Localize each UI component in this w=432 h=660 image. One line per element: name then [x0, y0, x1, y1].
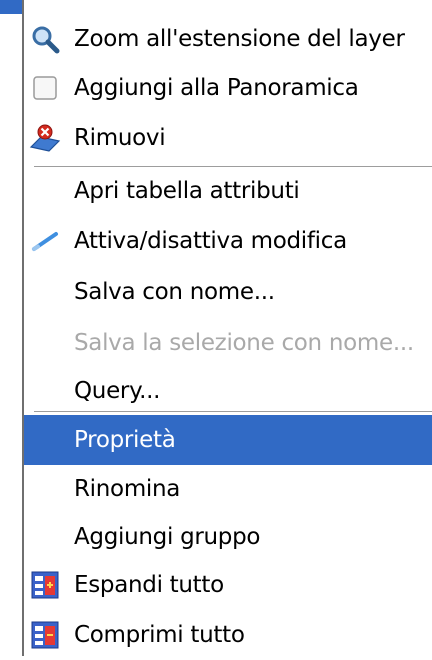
menu-item-label: Rimuovi	[74, 125, 166, 151]
menu-item-add-to-overview[interactable]: Aggiungi alla Panoramica	[24, 63, 432, 113]
menu-item-add-group[interactable]: Aggiungi gruppo	[24, 512, 432, 562]
menu-item-label: Comprimi tutto	[74, 622, 245, 648]
zoom-icon	[28, 22, 62, 56]
menu-item-label: Apri tabella attributi	[74, 178, 300, 204]
menu-item-label: Attiva/disattiva modifica	[74, 228, 347, 254]
menu-item-rename[interactable]: Rinomina	[24, 464, 432, 514]
menu-item-label: Rinomina	[74, 476, 181, 502]
menu-item-toggle-editing[interactable]: Attiva/disattiva modifica	[24, 216, 432, 266]
menu-item-label: Aggiungi gruppo	[74, 524, 261, 550]
context-menu: Zoom all'estensione del layer Aggiungi a…	[22, 0, 432, 656]
background-selected-tab	[0, 0, 22, 14]
menu-item-label: Espandi tutto	[74, 572, 224, 598]
menu-item-save-selection-as: Salva la selezione con nome...	[24, 318, 432, 368]
menu-item-collapse-all[interactable]: Comprimi tutto	[24, 610, 432, 660]
menu-item-properties[interactable]: Proprietà	[24, 415, 432, 465]
remove-layer-icon	[28, 121, 62, 155]
menu-item-save-as[interactable]: Salva con nome...	[24, 267, 432, 317]
collapse-all-icon	[28, 618, 62, 652]
pencil-icon	[28, 224, 62, 258]
menu-item-label: Salva la selezione con nome...	[74, 330, 414, 356]
menu-item-label: Zoom all'estensione del layer	[74, 26, 405, 52]
menu-item-expand-all[interactable]: Espandi tutto	[24, 560, 432, 610]
menu-item-remove[interactable]: Rimuovi	[24, 113, 432, 163]
expand-all-icon	[28, 568, 62, 602]
menu-item-query[interactable]: Query...	[24, 366, 432, 416]
menu-item-label: Query...	[74, 378, 161, 404]
menu-item-label: Salva con nome...	[74, 279, 275, 305]
menu-item-label: Proprietà	[74, 427, 176, 453]
background-panel	[0, 0, 22, 656]
checkbox-icon[interactable]	[28, 71, 62, 105]
menu-item-label: Aggiungi alla Panoramica	[74, 75, 359, 101]
menu-item-zoom-to-layer[interactable]: Zoom all'estensione del layer	[24, 14, 432, 64]
menu-item-open-attribute-table[interactable]: Apri tabella attributi	[24, 166, 432, 216]
